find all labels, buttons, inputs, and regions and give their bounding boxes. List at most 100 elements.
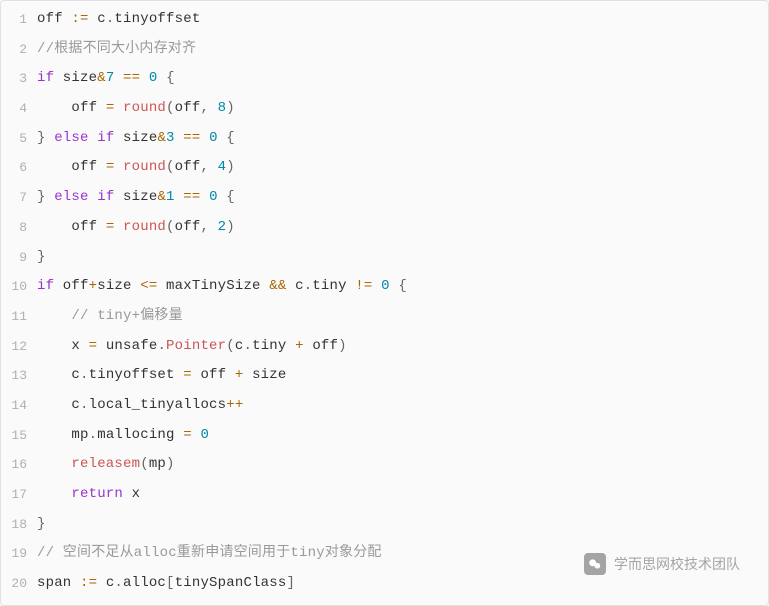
line-number: 2 — [1, 35, 37, 65]
code-token: . — [157, 338, 166, 354]
code-token: { — [218, 130, 235, 146]
line-content: } else if size&1 == 0 { — [37, 183, 768, 213]
line-content: // tiny+偏移量 — [37, 302, 768, 332]
code-token: & — [157, 189, 166, 205]
code-line: 17 return x — [1, 480, 768, 510]
line-number: 9 — [1, 243, 37, 273]
line-number: 14 — [1, 391, 37, 421]
code-token: <= — [140, 278, 157, 294]
code-token: local_tinyallocs — [89, 397, 227, 413]
code-token: off — [304, 338, 338, 354]
code-token: else — [54, 189, 88, 205]
code-line: 15 mp.mallocing = 0 — [1, 421, 768, 451]
line-content: x = unsafe.Pointer(c.tiny + off) — [37, 332, 768, 362]
code-token — [175, 130, 184, 146]
code-token: ( — [166, 219, 175, 235]
code-token — [89, 189, 98, 205]
code-token: ) — [226, 159, 235, 175]
code-token: ) — [226, 100, 235, 116]
code-token: c — [89, 11, 106, 27]
line-content: } — [37, 243, 768, 273]
line-content: off := c.tinyoffset — [37, 5, 768, 35]
code-line: 5} else if size&3 == 0 { — [1, 124, 768, 154]
code-token: size — [97, 278, 140, 294]
code-token: releasem — [71, 456, 140, 472]
code-token: off — [54, 278, 88, 294]
code-token: off — [175, 100, 201, 116]
code-token: off — [175, 159, 201, 175]
code-token — [373, 278, 382, 294]
code-token: else — [54, 130, 88, 146]
line-content: off = round(off, 4) — [37, 153, 768, 183]
code-token: . — [304, 278, 313, 294]
code-token: unsafe — [97, 338, 157, 354]
line-number: 13 — [1, 361, 37, 391]
code-token: // 空间不足从alloc重新申请空间用于tiny对象分配 — [37, 545, 382, 561]
code-line: 8 off = round(off, 2) — [1, 213, 768, 243]
code-token: . — [80, 397, 89, 413]
code-token: . — [80, 367, 89, 383]
code-token — [114, 219, 123, 235]
code-block: 1off := c.tinyoffset2//根据不同大小内存对齐3if siz… — [0, 0, 769, 606]
code-token: round — [123, 100, 166, 116]
code-token: { — [157, 70, 174, 86]
line-number: 7 — [1, 183, 37, 213]
code-token: c — [37, 367, 80, 383]
code-token: x — [123, 486, 140, 502]
line-number: 4 — [1, 94, 37, 124]
code-line: 16 releasem(mp) — [1, 450, 768, 480]
line-number: 11 — [1, 302, 37, 332]
code-token: . — [89, 427, 98, 443]
line-content: } — [37, 510, 768, 540]
code-token: 2 — [218, 219, 227, 235]
code-token — [140, 70, 149, 86]
code-line: 20span := c.alloc[tinySpanClass] — [1, 569, 768, 599]
code-token: c — [97, 575, 114, 591]
code-token: alloc — [123, 575, 166, 591]
code-token: ] — [286, 575, 295, 591]
code-token: == — [183, 130, 200, 146]
code-line: 12 x = unsafe.Pointer(c.tiny + off) — [1, 332, 768, 362]
line-number: 19 — [1, 539, 37, 569]
code-token: round — [123, 159, 166, 175]
code-token: off — [37, 11, 71, 27]
code-token: mp — [149, 456, 166, 472]
line-content: span := c.alloc[tinySpanClass] — [37, 569, 768, 599]
code-line: 4 off = round(off, 8) — [1, 94, 768, 124]
code-token: , — [200, 100, 217, 116]
code-line: 1off := c.tinyoffset — [1, 5, 768, 35]
code-token: ( — [166, 100, 175, 116]
code-token: = — [89, 338, 98, 354]
code-token: size — [114, 130, 157, 146]
code-token — [114, 159, 123, 175]
code-token — [37, 456, 71, 472]
code-token: && — [269, 278, 286, 294]
code-line: 11 // tiny+偏移量 — [1, 302, 768, 332]
code-token: off — [37, 100, 106, 116]
code-token: off — [175, 219, 201, 235]
code-token: if — [97, 130, 114, 146]
code-token — [114, 100, 123, 116]
code-token: size — [243, 367, 286, 383]
code-token: if — [37, 278, 54, 294]
code-token: ( — [140, 456, 149, 472]
line-content: off = round(off, 8) — [37, 94, 768, 124]
code-line: 18} — [1, 510, 768, 540]
code-token: } — [37, 189, 54, 205]
code-token: 4 — [218, 159, 227, 175]
code-token: & — [97, 70, 106, 86]
line-number: 8 — [1, 213, 37, 243]
code-token: ) — [338, 338, 347, 354]
code-token: != — [355, 278, 372, 294]
code-token: mallocing — [97, 427, 183, 443]
code-token: ) — [226, 219, 235, 235]
code-line: 19// 空间不足从alloc重新申请空间用于tiny对象分配 — [1, 539, 768, 569]
code-token: 3 — [166, 130, 175, 146]
code-token: } — [37, 130, 54, 146]
code-token — [200, 130, 209, 146]
code-token: = — [183, 427, 192, 443]
line-number: 10 — [1, 272, 37, 302]
line-number: 12 — [1, 332, 37, 362]
code-token: off — [37, 159, 106, 175]
line-number: 15 — [1, 421, 37, 451]
